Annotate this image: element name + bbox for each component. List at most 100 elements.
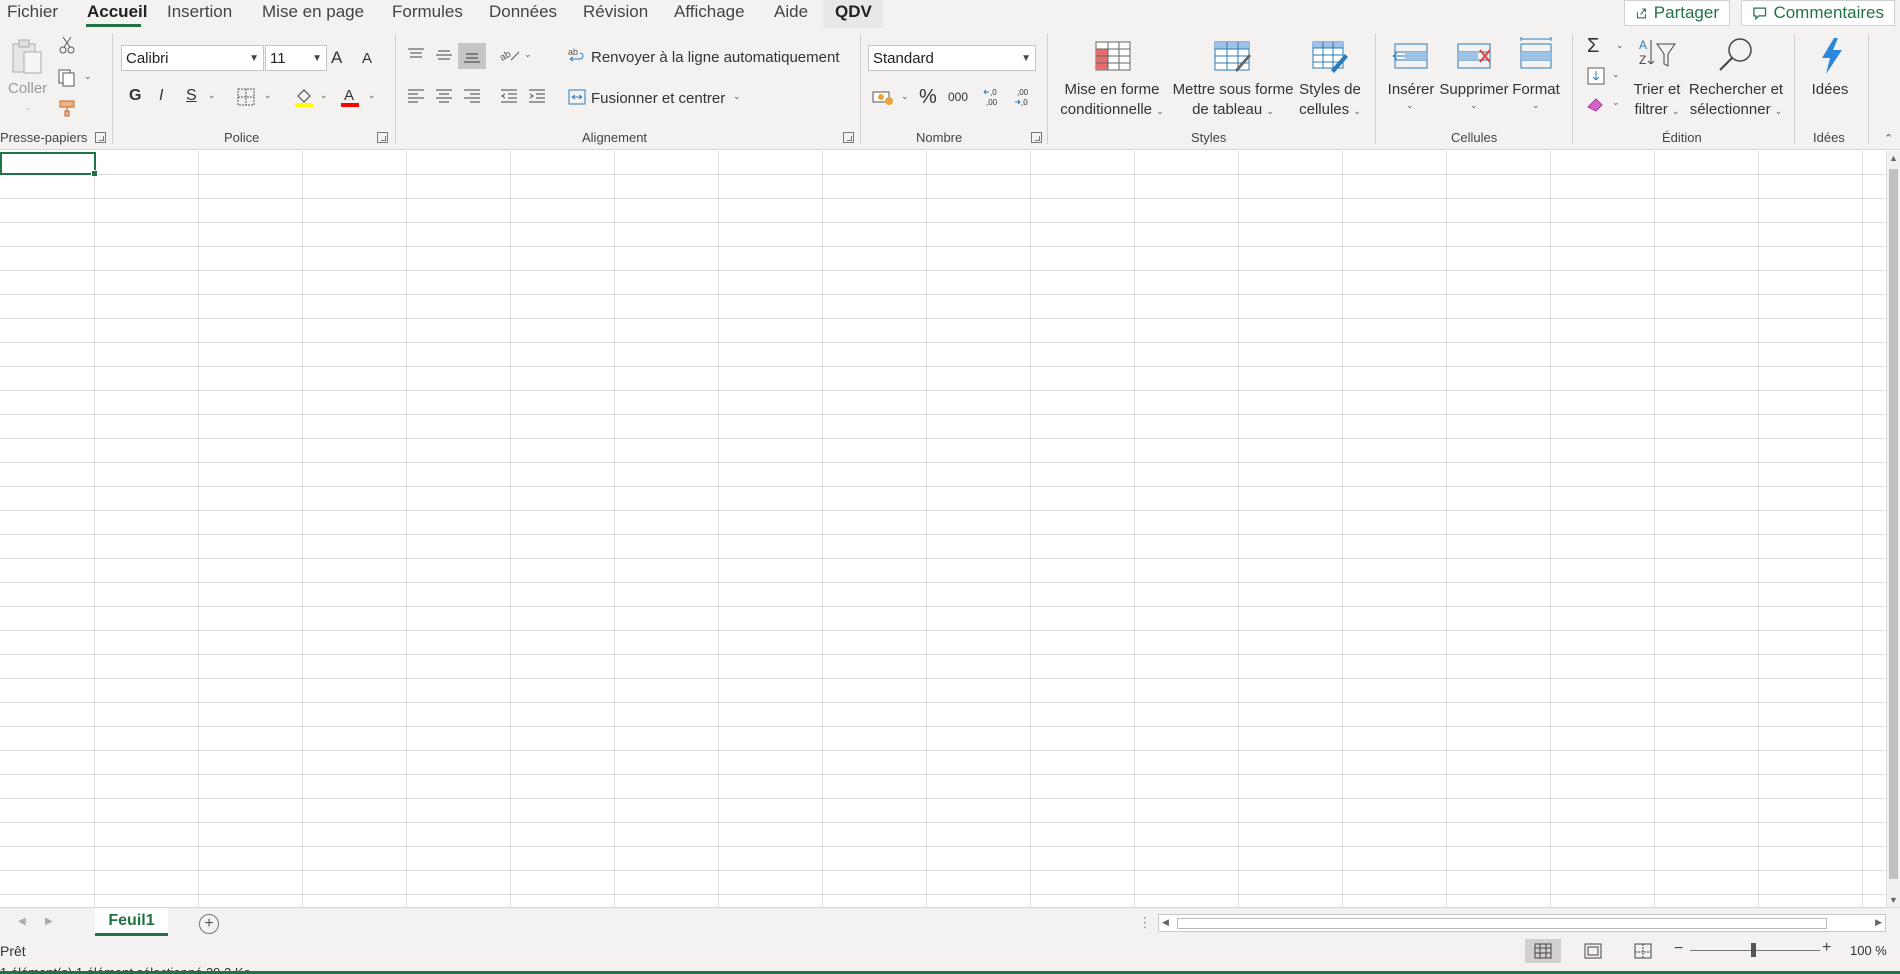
tab-help[interactable]: Aide [774,2,808,22]
tab-formulas[interactable]: Formules [392,2,463,22]
insert-dropdown-icon[interactable]: ⌄ [1406,100,1414,111]
currency-dropdown-icon[interactable]: ⌄ [901,91,909,102]
font-color-icon[interactable]: A [339,85,361,109]
tab-insert[interactable]: Insertion [167,2,232,22]
increase-decimal-icon[interactable]: ,0,00 [983,86,1005,108]
cut-icon[interactable] [58,36,76,54]
tab-data[interactable]: Données [489,2,557,22]
align-right-icon[interactable] [462,87,482,105]
thousands-button[interactable]: 000 [948,90,968,104]
conditional-formatting-icon[interactable] [1094,40,1132,72]
find-select-label-1[interactable]: Rechercher et [1685,80,1787,100]
cell-styles-icon[interactable] [1311,40,1349,74]
alignment-launcher-icon[interactable] [843,132,854,143]
copy-dropdown-icon[interactable]: ⌄ [84,71,92,82]
tab-splitter-icon[interactable]: ⋮ [1138,914,1152,931]
prev-sheet-icon[interactable]: ◀ [18,916,26,927]
conditional-formatting-label-1[interactable]: Mise en forme [1057,80,1167,100]
clear-icon[interactable] [1586,94,1608,114]
font-name-select[interactable]: Calibri ▼ [121,45,264,71]
tab-home[interactable]: Accueil [87,2,147,22]
format-dropdown-icon[interactable]: ⌄ [1532,100,1540,111]
merge-center-button[interactable]: Fusionner et centrer [591,90,725,107]
zoom-slider-thumb[interactable] [1751,943,1756,957]
zoom-level[interactable]: 100 % [1850,943,1887,958]
sort-filter-label-1[interactable]: Trier et [1622,80,1692,100]
add-sheet-button[interactable]: + [199,914,219,934]
align-middle-icon[interactable] [434,46,454,64]
italic-button[interactable]: I [159,87,163,105]
ideas-icon[interactable] [1812,36,1850,76]
page-layout-view-button[interactable] [1575,939,1611,963]
tab-page-layout[interactable]: Mise en page [262,2,364,22]
zoom-out-icon[interactable]: − [1674,940,1683,958]
worksheet-grid[interactable] [0,151,1885,907]
font-color-dropdown-icon[interactable]: ⌄ [368,90,376,101]
page-break-view-button[interactable] [1625,939,1661,963]
conditional-formatting-label-2[interactable]: conditionnelle ⌄ [1057,100,1167,121]
borders-dropdown-icon[interactable]: ⌄ [264,90,272,101]
format-as-table-label-1[interactable]: Mettre sous forme [1170,80,1296,100]
cell-styles-label-1[interactable]: Styles de [1290,80,1370,100]
ideas-button[interactable]: Idées [1806,80,1854,100]
scroll-right-icon[interactable]: ▶ [1875,917,1882,928]
decrease-decimal-icon[interactable]: ,00,0 [1014,86,1036,108]
align-left-icon[interactable] [406,87,426,105]
zoom-in-icon[interactable]: + [1822,939,1831,957]
borders-icon[interactable] [236,87,256,107]
next-sheet-icon[interactable]: ▶ [45,916,53,927]
font-launcher-icon[interactable] [377,132,388,143]
find-select-icon[interactable] [1716,36,1756,74]
tab-review[interactable]: Révision [583,2,648,22]
paste-icon[interactable] [10,38,44,76]
scroll-down-icon[interactable]: ▼ [1889,895,1898,905]
scroll-up-icon[interactable]: ▲ [1889,153,1898,163]
clipboard-launcher-icon[interactable] [95,132,106,143]
bold-button[interactable]: G [129,87,141,105]
horizontal-scroll-thumb[interactable] [1177,918,1827,929]
currency-icon[interactable] [872,88,894,106]
underline-dropdown-icon[interactable]: ⌄ [208,90,216,101]
share-button[interactable]: Partager [1624,0,1730,26]
number-format-select[interactable]: Standard ▼ [868,45,1036,71]
decrease-indent-icon[interactable] [499,87,519,105]
horizontal-scrollbar[interactable]: ◀ ▶ [1158,914,1886,932]
fill-color-icon[interactable] [294,86,314,108]
paste-dropdown-icon[interactable]: ⌄ [24,102,32,113]
merge-center-icon[interactable] [568,88,586,106]
delete-dropdown-icon[interactable]: ⌄ [1470,100,1478,111]
tab-qdv[interactable]: QDV [835,2,872,22]
increase-indent-icon[interactable] [527,87,547,105]
orientation-dropdown-icon[interactable]: ⌄ [524,49,532,60]
format-painter-icon[interactable] [57,98,77,118]
fill-icon[interactable] [1586,66,1606,86]
collapse-ribbon-icon[interactable]: ⌃ [1884,132,1893,145]
tab-file[interactable]: Fichier [7,2,58,22]
normal-view-button[interactable] [1525,939,1561,963]
scroll-left-icon[interactable]: ◀ [1162,917,1169,928]
merge-dropdown-icon[interactable]: ⌄ [733,91,741,102]
vertical-scrollbar[interactable]: ▲ ▼ [1886,151,1900,907]
wrap-text-icon[interactable]: ab [568,46,586,64]
number-launcher-icon[interactable] [1031,132,1042,143]
orientation-icon[interactable]: ab [499,46,521,64]
sheet-tab-feuil1[interactable]: Feuil1 [95,908,168,936]
format-cells-button[interactable]: Format [1508,80,1564,100]
shrink-font-button[interactable]: A [362,50,372,67]
wrap-text-button[interactable]: Renvoyer à la ligne automatiquement [591,49,839,66]
fill-color-dropdown-icon[interactable]: ⌄ [320,90,328,101]
tab-view[interactable]: Affichage [674,2,745,22]
align-top-icon[interactable] [406,46,426,64]
copy-icon[interactable] [56,68,78,88]
format-cells-icon[interactable] [1517,36,1555,72]
font-size-select[interactable]: 11 ▼ [265,45,327,71]
delete-cells-icon[interactable] [1454,40,1494,72]
autosum-icon[interactable]: Σ [1587,35,1599,58]
align-bottom-icon[interactable] [458,43,486,69]
active-cell-selection[interactable] [0,152,98,177]
grow-font-button[interactable]: A [331,48,342,68]
underline-button[interactable]: S [186,87,197,105]
autosum-dropdown-icon[interactable]: ⌄ [1616,40,1624,51]
comments-button[interactable]: Commentaires [1741,0,1895,26]
format-as-table-label-2[interactable]: de tableau ⌄ [1170,100,1296,121]
